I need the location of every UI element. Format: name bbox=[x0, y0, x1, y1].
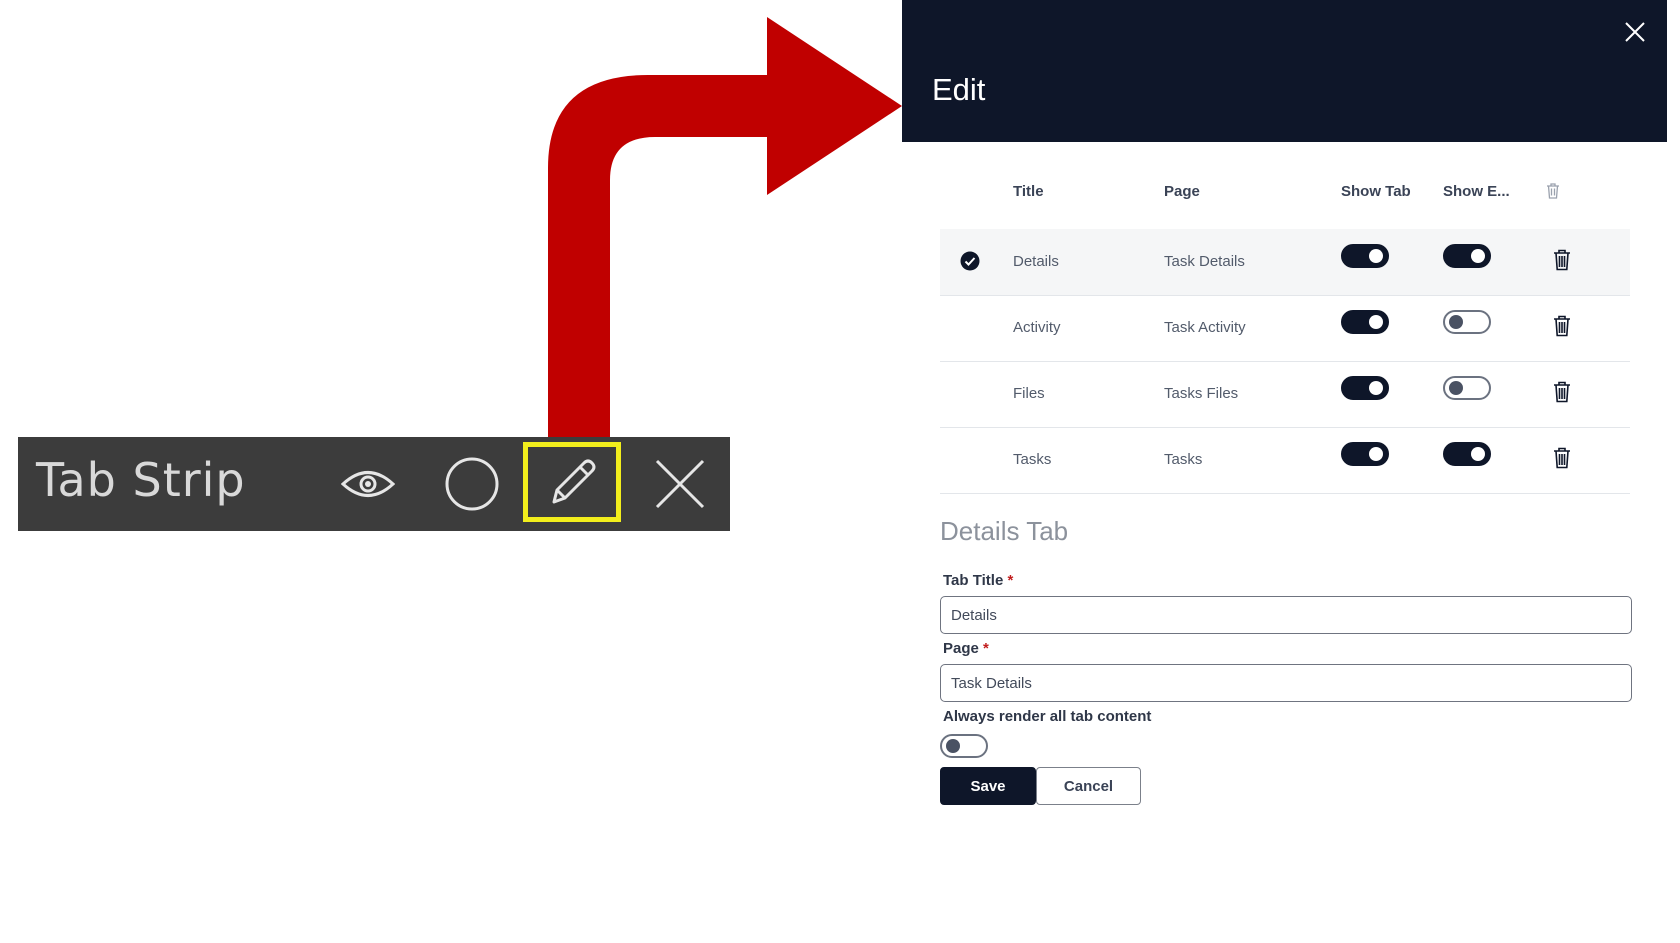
table-row[interactable]: Tasks Tasks bbox=[940, 427, 1630, 494]
tab-title-input[interactable] bbox=[940, 596, 1632, 634]
trash-icon[interactable] bbox=[1546, 183, 1560, 203]
column-header-show-tab[interactable]: Show Tab bbox=[1341, 183, 1411, 200]
show-tab-toggle[interactable] bbox=[1341, 310, 1389, 334]
panel-title: Edit bbox=[932, 72, 986, 107]
show-tab-toggle[interactable] bbox=[1341, 442, 1389, 466]
cancel-button[interactable]: Cancel bbox=[1036, 767, 1141, 805]
show-e-toggle[interactable] bbox=[1443, 376, 1491, 400]
column-header-show-e[interactable]: Show E... bbox=[1443, 183, 1510, 200]
panel-header: Edit bbox=[902, 0, 1667, 142]
tab-title-label: Tab Title * bbox=[943, 572, 1013, 589]
trash-icon[interactable] bbox=[1553, 447, 1571, 473]
trash-icon[interactable] bbox=[1553, 315, 1571, 341]
row-page: Tasks Files bbox=[1164, 385, 1239, 402]
show-e-toggle[interactable] bbox=[1443, 310, 1491, 334]
page-input[interactable] bbox=[940, 664, 1632, 702]
row-title: Activity bbox=[1013, 319, 1061, 336]
column-header-title[interactable]: Title bbox=[1013, 183, 1044, 200]
trash-icon[interactable] bbox=[1553, 249, 1571, 275]
table-row[interactable]: Files Tasks Files bbox=[940, 361, 1630, 428]
show-e-toggle[interactable] bbox=[1443, 244, 1491, 268]
trash-icon[interactable] bbox=[1553, 381, 1571, 407]
close-icon[interactable] bbox=[1623, 20, 1647, 44]
close-icon[interactable] bbox=[649, 437, 711, 531]
red-arrow bbox=[548, 17, 902, 445]
row-title: Details bbox=[1013, 253, 1059, 270]
row-page: Task Details bbox=[1164, 253, 1245, 270]
tab-strip-title: Tab Strip bbox=[36, 453, 246, 507]
tab-title-label-text: Tab Title bbox=[943, 572, 1004, 589]
column-header-page[interactable]: Page bbox=[1164, 183, 1200, 200]
check-circle-icon bbox=[960, 251, 980, 275]
row-title: Files bbox=[1013, 385, 1045, 402]
section-title: Details Tab bbox=[940, 516, 1069, 546]
grid-header: Title Page Show Tab Show E... bbox=[940, 183, 1630, 219]
save-button[interactable]: Save bbox=[940, 767, 1036, 805]
page-label: Page * bbox=[943, 640, 989, 657]
table-row[interactable]: Activity Task Activity bbox=[940, 295, 1630, 362]
pencil-icon[interactable] bbox=[523, 442, 621, 522]
tab-strip-toolbar: Tab Strip bbox=[18, 437, 730, 531]
circle-icon[interactable] bbox=[443, 437, 501, 531]
show-e-toggle[interactable] bbox=[1443, 442, 1491, 466]
show-tab-toggle[interactable] bbox=[1341, 244, 1389, 268]
eye-icon[interactable] bbox=[340, 437, 396, 531]
row-page: Task Activity bbox=[1164, 319, 1246, 336]
row-page: Tasks bbox=[1164, 451, 1203, 468]
required-mark: * bbox=[1007, 572, 1014, 589]
page-label-text: Page bbox=[943, 640, 979, 657]
table-row[interactable]: Details Task Details bbox=[940, 229, 1630, 296]
edit-panel: Edit Title Page Show Tab Show E... Detai… bbox=[902, 0, 1667, 943]
required-mark: * bbox=[983, 640, 989, 657]
row-title: Tasks bbox=[1013, 451, 1052, 468]
always-render-label: Always render all tab content bbox=[943, 708, 1152, 725]
always-render-toggle[interactable] bbox=[940, 734, 988, 758]
show-tab-toggle[interactable] bbox=[1341, 376, 1389, 400]
